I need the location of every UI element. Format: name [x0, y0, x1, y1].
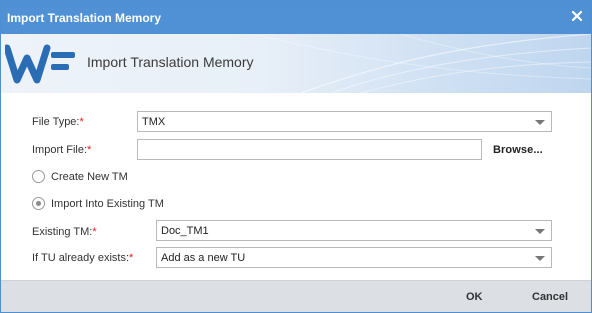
existing-tm-label-text: Existing TM: — [32, 226, 93, 238]
chevron-down-icon — [535, 256, 545, 261]
import-file-input[interactable] — [137, 139, 482, 160]
required-mark: * — [87, 144, 92, 156]
header-banner: Import Translation Memory — [1, 34, 591, 93]
ok-button[interactable]: OK — [466, 291, 483, 303]
import-file-label: Import File:* — [32, 144, 91, 156]
create-new-tm-label[interactable]: Create New TM — [51, 171, 128, 183]
import-file-label-text: Import File: — [32, 144, 88, 156]
banner-title: Import Translation Memory — [87, 54, 254, 70]
window-title: Import Translation Memory — [7, 11, 162, 25]
tu-exists-select[interactable]: Add as a new TU — [156, 247, 552, 268]
dialog-footer: OK Cancel — [1, 280, 591, 312]
create-new-tm-radio[interactable] — [32, 170, 45, 183]
tu-exists-label: If TU already exists:* — [32, 252, 133, 264]
existing-tm-select[interactable]: Doc_TM1 — [156, 220, 552, 241]
chevron-down-icon — [535, 120, 545, 125]
file-type-select[interactable]: TMX — [137, 111, 552, 132]
title-bar: Import Translation Memory — [1, 1, 591, 34]
required-mark: * — [92, 226, 97, 238]
file-type-label-text: File Type: — [32, 116, 80, 128]
file-type-label: File Type:* — [32, 116, 84, 128]
import-tm-dialog: Import Translation Memory Import Transla… — [0, 0, 592, 313]
tu-exists-label-text: If TU already exists: — [32, 252, 129, 264]
browse-button[interactable]: Browse... — [493, 144, 543, 156]
chevron-down-icon — [535, 229, 545, 234]
wordfast-logo — [5, 44, 75, 84]
tu-exists-value: Add as a new TU — [161, 252, 246, 264]
required-mark: * — [79, 116, 84, 128]
existing-tm-value: Doc_TM1 — [161, 225, 209, 237]
file-type-value: TMX — [142, 116, 166, 128]
import-existing-tm-radio[interactable] — [32, 197, 45, 210]
import-existing-tm-label[interactable]: Import Into Existing TM — [51, 198, 164, 210]
required-mark: * — [129, 252, 134, 264]
close-icon[interactable] — [569, 8, 585, 24]
existing-tm-label: Existing TM:* — [32, 226, 97, 238]
cancel-button[interactable]: Cancel — [532, 291, 568, 303]
